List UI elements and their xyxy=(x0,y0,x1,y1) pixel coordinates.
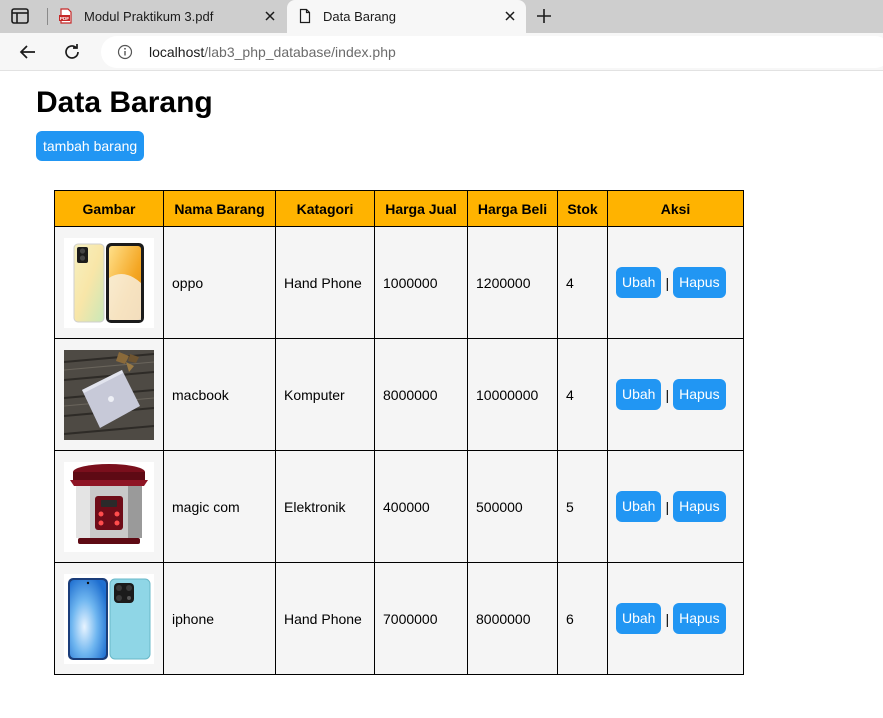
reload-icon[interactable] xyxy=(61,41,83,63)
cell-nama: oppo xyxy=(163,226,276,339)
header-stok: Stok xyxy=(557,190,608,227)
page-title: Data Barang xyxy=(36,86,213,119)
table-header-row: Gambar Nama Barang Katagori Harga Jual H… xyxy=(54,190,744,227)
rice-cooker-image xyxy=(64,461,154,552)
image-cell xyxy=(54,450,164,563)
delete-button[interactable]: Hapus xyxy=(673,267,726,298)
close-icon[interactable] xyxy=(502,8,518,24)
cell-stok: 4 xyxy=(557,338,608,451)
url-text: localhost/lab3_php_database/index.php xyxy=(149,44,396,60)
cell-harga-beli: 8000000 xyxy=(467,562,558,675)
items-table: Gambar Nama Barang Katagori Harga Jual H… xyxy=(54,190,744,675)
browser-tab-bar: PDF Modul Praktikum 3.pdf Data Barang xyxy=(0,0,883,33)
cell-aksi: Ubah | Hapus xyxy=(607,226,744,339)
cell-aksi: Ubah | Hapus xyxy=(607,450,744,563)
add-item-button[interactable]: tambah barang xyxy=(36,131,145,161)
cell-harga-jual: 7000000 xyxy=(374,562,468,675)
cell-harga-jual: 400000 xyxy=(374,450,468,563)
edit-button[interactable]: Ubah xyxy=(616,603,662,634)
cell-harga-jual: 1000000 xyxy=(374,226,468,339)
action-group: Ubah | Hapus xyxy=(616,379,735,410)
delete-button[interactable]: Hapus xyxy=(673,491,726,522)
back-arrow-icon[interactable] xyxy=(17,41,39,63)
action-separator: | xyxy=(665,610,670,627)
cell-kategori: Komputer xyxy=(275,338,375,451)
cell-stok: 6 xyxy=(557,562,608,675)
oppo-phone-image xyxy=(64,237,154,328)
cell-nama: magic com xyxy=(163,450,276,563)
header-harga-beli: Harga Beli xyxy=(467,190,558,227)
header-aksi: Aksi xyxy=(607,190,744,227)
address-bar[interactable]: localhost/lab3_php_database/index.php xyxy=(101,36,883,68)
close-icon[interactable] xyxy=(262,8,278,24)
table-row: magic com Elektronik 400000 500000 5 Uba… xyxy=(54,450,744,563)
image-cell xyxy=(54,562,164,675)
edit-button[interactable]: Ubah xyxy=(616,491,662,522)
svg-text:PDF: PDF xyxy=(60,16,69,21)
cell-nama: iphone xyxy=(163,562,276,675)
action-group: Ubah | Hapus xyxy=(616,491,735,522)
cell-harga-jual: 8000000 xyxy=(374,338,468,451)
pdf-icon: PDF xyxy=(59,8,72,24)
document-icon xyxy=(299,8,311,24)
macbook-image xyxy=(64,349,154,440)
table-row: oppo Hand Phone 1000000 1200000 4 Ubah |… xyxy=(54,226,744,339)
cell-aksi: Ubah | Hapus xyxy=(607,338,744,451)
header-nama-barang: Nama Barang xyxy=(163,190,276,227)
url-path: /lab3_php_database/index.php xyxy=(204,44,396,60)
table-row: iphone Hand Phone 7000000 8000000 6 Ubah… xyxy=(54,562,744,675)
url-host: localhost xyxy=(149,44,205,60)
header-gambar: Gambar xyxy=(54,190,164,227)
header-harga-jual: Harga Jual xyxy=(374,190,468,227)
browser-nav-bar: localhost/lab3_php_database/index.php xyxy=(0,33,883,71)
cell-harga-beli: 1200000 xyxy=(467,226,558,339)
cell-aksi: Ubah | Hapus xyxy=(607,562,744,675)
tab-pdf[interactable]: PDF Modul Praktikum 3.pdf xyxy=(48,0,286,33)
cell-kategori: Elektronik xyxy=(275,450,375,563)
cell-nama: macbook xyxy=(163,338,276,451)
delete-button[interactable]: Hapus xyxy=(673,603,726,634)
cell-kategori: Hand Phone xyxy=(275,562,375,675)
cell-harga-beli: 10000000 xyxy=(467,338,558,451)
edit-button[interactable]: Ubah xyxy=(616,267,662,298)
info-icon[interactable] xyxy=(117,44,133,60)
tab-title: Data Barang xyxy=(323,9,396,24)
action-separator: | xyxy=(665,498,670,515)
image-cell xyxy=(54,338,164,451)
header-katagori: Katagori xyxy=(275,190,375,227)
image-cell xyxy=(54,226,164,339)
cell-harga-beli: 500000 xyxy=(467,450,558,563)
action-separator: | xyxy=(665,274,670,291)
cell-stok: 5 xyxy=(557,450,608,563)
tab-title: Modul Praktikum 3.pdf xyxy=(84,9,214,24)
table-row: macbook Komputer 8000000 10000000 4 Ubah… xyxy=(54,338,744,451)
action-separator: | xyxy=(665,386,670,403)
action-group: Ubah | Hapus xyxy=(616,603,735,634)
cell-kategori: Hand Phone xyxy=(275,226,375,339)
tab-data-barang[interactable]: Data Barang xyxy=(287,0,526,33)
delete-button[interactable]: Hapus xyxy=(673,379,726,410)
tab-actions-icon[interactable] xyxy=(10,7,30,25)
edit-button[interactable]: Ubah xyxy=(616,379,662,410)
new-tab-icon[interactable] xyxy=(535,7,553,25)
iphone-image xyxy=(64,573,154,664)
cell-stok: 4 xyxy=(557,226,608,339)
action-group: Ubah | Hapus xyxy=(616,267,735,298)
